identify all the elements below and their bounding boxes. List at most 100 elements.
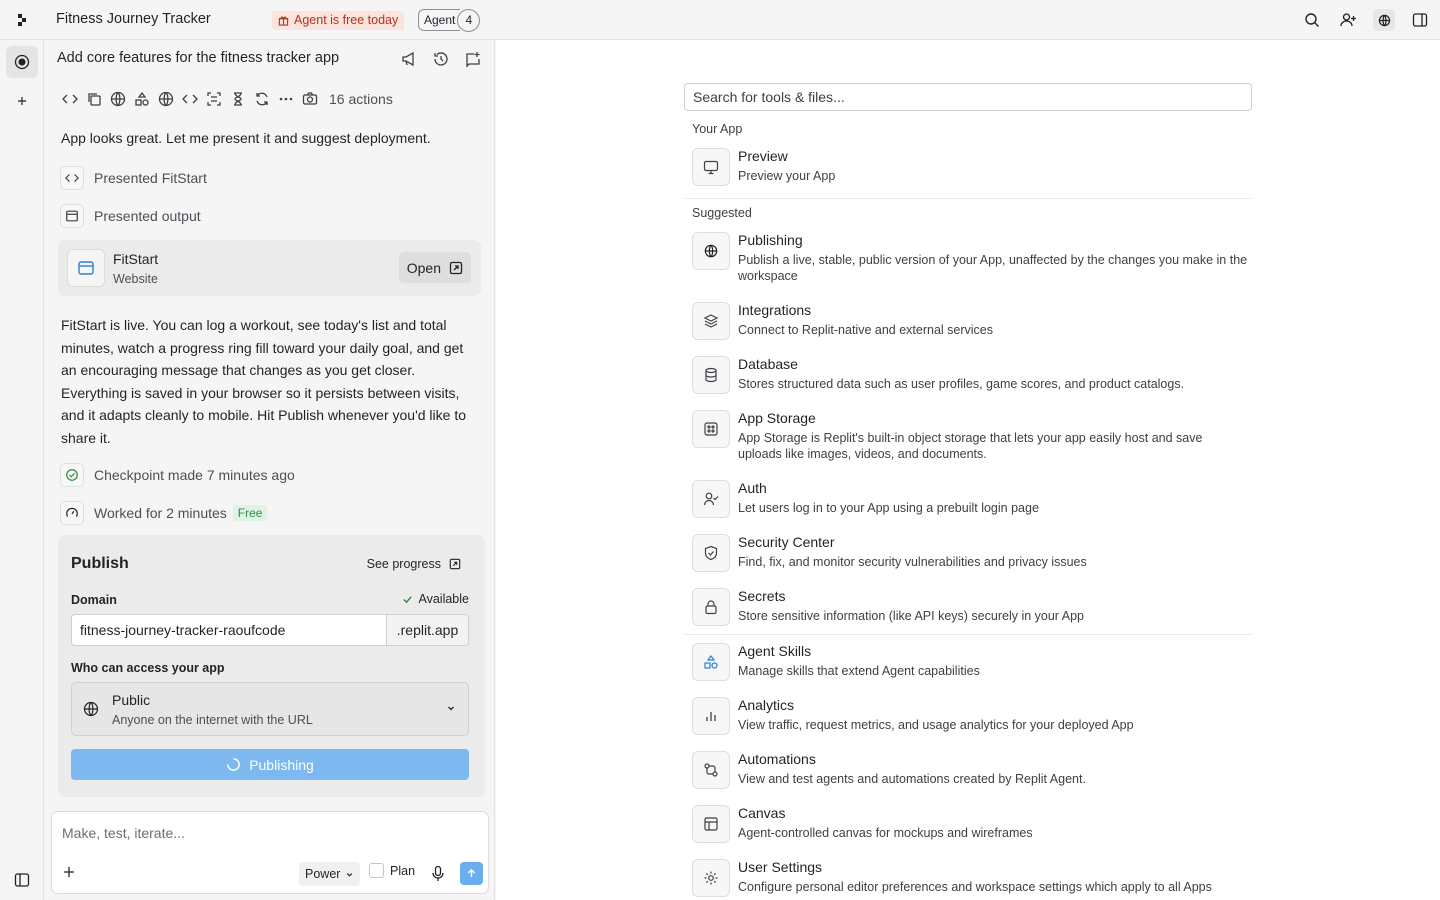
- worked-label: Worked for 2 minutes: [94, 505, 227, 521]
- history-icon[interactable]: [432, 50, 450, 68]
- domain-field-group: .replit.app: [71, 614, 469, 646]
- canvas-icon: [692, 805, 730, 843]
- domain-input[interactable]: [71, 614, 387, 646]
- step-presented-app[interactable]: Presented FitStart: [60, 166, 207, 190]
- step-presented-output[interactable]: Presented output: [60, 204, 201, 228]
- chevron-down-icon: [345, 870, 354, 879]
- access-select[interactable]: Public Anyone on the internet with the U…: [71, 682, 469, 736]
- browser-window-icon: [67, 249, 105, 287]
- agent-tab-icon[interactable]: [6, 46, 38, 78]
- tools-search-input[interactable]: [684, 83, 1252, 111]
- tool-desc: Preview your App: [738, 169, 836, 183]
- actions-summary[interactable]: 16 actions: [59, 88, 393, 110]
- open-label: Open: [406, 259, 441, 276]
- suggested-label: Suggested: [692, 206, 752, 220]
- scan-icon: [203, 88, 225, 110]
- agent-label: Agent: [418, 9, 461, 31]
- tool-desc: Manage skills that extend Agent capabili…: [738, 664, 980, 678]
- chat-title: Add core features for the fitness tracke…: [57, 50, 340, 66]
- chevron-down-icon: [446, 703, 456, 713]
- tool-name: User Settings: [738, 859, 823, 875]
- new-chat-icon[interactable]: [464, 50, 482, 68]
- check-icon: [402, 594, 413, 605]
- agent-chat-panel: Add core features for the fitness tracke…: [45, 40, 495, 900]
- spinner-icon: [226, 757, 241, 772]
- refresh-icon: [251, 88, 273, 110]
- domain-available-status: Available: [402, 592, 469, 606]
- globe-icon: [107, 88, 129, 110]
- agent-count: 4: [457, 8, 481, 32]
- mode-label: Power: [305, 867, 341, 881]
- app-title[interactable]: Fitness Journey Tracker: [56, 11, 211, 27]
- window-icon: [60, 204, 84, 228]
- tool-name: Publishing: [738, 232, 803, 248]
- output-name: FitStart: [113, 251, 159, 267]
- access-subtitle: Anyone on the internet with the URL: [112, 713, 313, 727]
- agent-selector[interactable]: Agent 4: [418, 8, 481, 32]
- agent-summary-message: FitStart is live. You can log a workout,…: [61, 317, 467, 446]
- camera-icon: [299, 88, 321, 110]
- copy-icon: [83, 88, 105, 110]
- access-label: Who can access your app: [71, 661, 225, 675]
- more-icon: [275, 88, 297, 110]
- invite-user-icon[interactable]: [1337, 9, 1359, 31]
- mode-select[interactable]: Power: [299, 862, 361, 886]
- replit-logo-icon[interactable]: [12, 10, 32, 30]
- publishing-button[interactable]: Publishing: [71, 749, 469, 780]
- step-label: Presented output: [94, 208, 201, 224]
- microphone-icon[interactable]: [431, 865, 445, 882]
- plan-checkbox[interactable]: [369, 863, 384, 878]
- shield-icon: [692, 534, 730, 572]
- access-title: Public: [112, 692, 151, 708]
- chat-composer: Power Plan: [51, 811, 489, 894]
- checkpoint-label: Checkpoint made 7 minutes ago: [94, 467, 295, 483]
- sidebar-toggle-icon[interactable]: [6, 864, 38, 896]
- code-icon: [60, 166, 84, 190]
- new-tab-plus-icon[interactable]: [6, 85, 38, 117]
- worked-step: Worked for 2 minutes Free: [60, 501, 268, 525]
- arrow-up-icon: [466, 868, 477, 879]
- tool-desc: Agent-controlled canvas for mockups and …: [738, 826, 1033, 840]
- toggle-panel-icon[interactable]: [1409, 9, 1431, 31]
- globe-icon: [83, 701, 99, 717]
- attach-plus-icon[interactable]: [61, 864, 77, 880]
- output-type: Website: [113, 272, 158, 286]
- automation-icon: [692, 751, 730, 789]
- gear-icon: [692, 859, 730, 897]
- deploy-globe-icon[interactable]: [1373, 9, 1395, 31]
- bar-chart-icon: [692, 697, 730, 735]
- tool-desc: App Storage is Replit's built-in object …: [738, 431, 1203, 461]
- tool-desc: Configure personal editor preferences an…: [738, 880, 1212, 894]
- free-tag: Free: [232, 505, 268, 521]
- checkpoint-step[interactable]: Checkpoint made 7 minutes ago: [60, 463, 295, 487]
- open-button[interactable]: Open: [398, 252, 471, 283]
- your-app-label: Your App: [692, 122, 743, 136]
- database-icon: [692, 356, 730, 394]
- publish-title: Publish: [71, 555, 129, 572]
- tool-desc: Store sensitive information (like API ke…: [738, 609, 1084, 623]
- plan-toggle[interactable]: Plan: [369, 863, 415, 878]
- shapes-icon: [131, 88, 153, 110]
- globe-icon: [155, 88, 177, 110]
- actions-count: 16 actions: [329, 91, 393, 107]
- tool-desc: Publish a live, stable, public version o…: [738, 253, 1248, 283]
- output-card[interactable]: FitStart Website Open: [58, 240, 481, 296]
- shapes-icon: [692, 643, 730, 681]
- code-icon: [179, 88, 201, 110]
- monitor-icon: [692, 148, 730, 186]
- see-progress-label: See progress: [366, 557, 441, 571]
- check-circle-icon: [60, 463, 84, 487]
- chat-input[interactable]: [62, 825, 472, 841]
- see-progress-link[interactable]: See progress: [367, 557, 461, 571]
- layers-icon: [692, 302, 730, 340]
- plan-label: Plan: [390, 863, 416, 878]
- external-link-icon: [449, 261, 463, 275]
- domain-suffix: .replit.app: [387, 614, 469, 646]
- agent-message: App looks great. Let me present it and s…: [61, 130, 431, 146]
- search-icon[interactable]: [1301, 9, 1323, 31]
- tool-name: Preview: [738, 148, 788, 164]
- megaphone-icon[interactable]: [400, 50, 418, 68]
- divider: [684, 634, 1252, 635]
- send-button[interactable]: [460, 862, 483, 885]
- left-rail: [0, 40, 44, 900]
